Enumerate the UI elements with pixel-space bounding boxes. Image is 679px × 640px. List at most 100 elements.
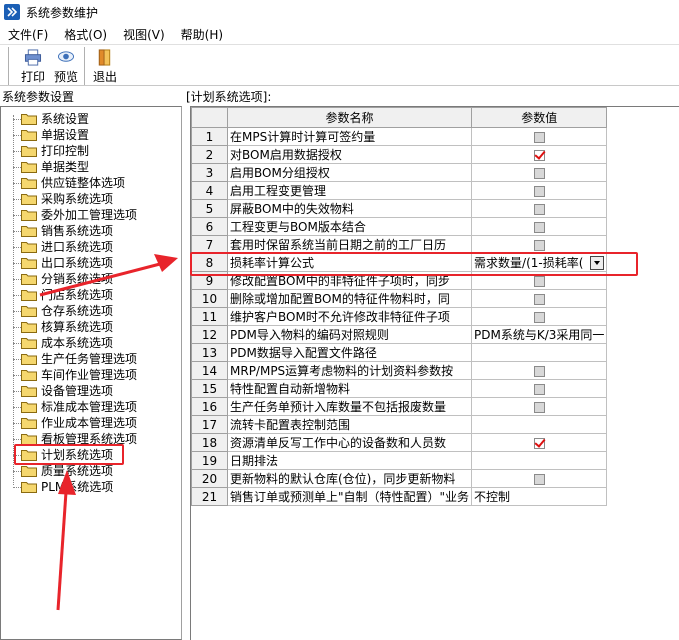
tree-item[interactable]: 标准成本管理选项	[1, 399, 181, 415]
checkbox-unchecked[interactable]	[533, 401, 545, 413]
parameter-value[interactable]: 不控制	[471, 487, 608, 506]
tree-branch-line	[13, 199, 21, 200]
tree-item[interactable]: 仓存系统选项	[1, 303, 181, 319]
parameter-value[interactable]	[471, 361, 608, 380]
parameter-value[interactable]	[471, 415, 608, 434]
parameter-value[interactable]	[471, 181, 608, 200]
checkbox-unchecked[interactable]	[533, 221, 545, 233]
table-row[interactable]: 19 日期排法	[191, 451, 608, 470]
menu-help[interactable]: 帮助(H)	[173, 26, 231, 43]
tree-item[interactable]: 系统设置	[1, 111, 181, 127]
preview-button[interactable]: 预览	[52, 47, 80, 85]
tree-item[interactable]: 销售系统选项	[1, 223, 181, 239]
tree-item[interactable]: 车间作业管理选项	[1, 367, 181, 383]
table-row[interactable]: 13 PDM数据导入配置文件路径	[191, 343, 608, 362]
tree-item[interactable]: 单据类型	[1, 159, 181, 175]
exit-button[interactable]: 退出	[90, 47, 120, 85]
checkbox-unchecked[interactable]	[533, 311, 545, 323]
tree-item[interactable]: 门店系统选项	[1, 287, 181, 303]
checkbox-unchecked[interactable]	[533, 131, 545, 143]
dropdown-arrow-icon[interactable]	[590, 255, 605, 270]
parameter-value[interactable]: 需求数量/(1-损耗率(	[471, 253, 608, 272]
parameter-value[interactable]	[471, 343, 608, 362]
tree-item[interactable]: 出口系统选项	[1, 255, 181, 271]
tree-branch-line	[13, 375, 21, 376]
parameter-value[interactable]	[471, 469, 608, 488]
parameter-value[interactable]	[471, 379, 608, 398]
table-row[interactable]: 14 MRP/MPS运算考虑物料的计划资料参数按	[191, 361, 608, 380]
table-row[interactable]: 1 在MPS计算时计算可签约量	[191, 127, 608, 146]
table-row[interactable]: 16 生产任务单预计入库数量不包括报废数量	[191, 397, 608, 416]
parameter-value[interactable]	[471, 433, 608, 452]
column-header-value[interactable]: 参数值	[471, 107, 608, 128]
checkbox-unchecked[interactable]	[533, 293, 545, 305]
parameter-value[interactable]	[471, 199, 608, 218]
parameter-value[interactable]	[471, 451, 608, 470]
checkbox-unchecked[interactable]	[533, 473, 545, 485]
tree-item[interactable]: 生产任务管理选项	[1, 351, 181, 367]
tree-item[interactable]: 计划系统选项	[1, 447, 181, 463]
checkbox-unchecked[interactable]	[533, 275, 545, 287]
tree-item[interactable]: PLM系统选项	[1, 479, 181, 495]
parameter-value[interactable]: PDM系统与K/3采用同一	[471, 325, 608, 344]
formula-dropdown[interactable]: 需求数量/(1-损耗率(	[474, 255, 605, 271]
table-row[interactable]: 3 启用BOM分组授权	[191, 163, 608, 182]
table-row[interactable]: 7 套用时保留系统当前日期之前的工厂日历	[191, 235, 608, 254]
tree-branch-line	[13, 343, 21, 344]
tree-item[interactable]: 作业成本管理选项	[1, 415, 181, 431]
parameter-value[interactable]	[471, 217, 608, 236]
tree-item[interactable]: 分销系统选项	[1, 271, 181, 287]
table-row[interactable]: 11 维护客户BOM时不允许修改非特征件子项	[191, 307, 608, 326]
table-row[interactable]: 6 工程变更与BOM版本结合	[191, 217, 608, 236]
parameter-value[interactable]	[471, 271, 608, 290]
parameter-value[interactable]	[471, 145, 608, 164]
tree-item[interactable]: 采购系统选项	[1, 191, 181, 207]
tree-item[interactable]: 供应链整体选项	[1, 175, 181, 191]
column-header-name[interactable]: 参数名称	[226, 107, 473, 128]
checkbox-unchecked[interactable]	[533, 203, 545, 215]
tree-item[interactable]: 看板管理系统选项	[1, 431, 181, 447]
checkbox-unchecked[interactable]	[533, 185, 545, 197]
table-row[interactable]: 9 修改配置BOM中的非特征件子项时，同步	[191, 271, 608, 290]
tree-item[interactable]: 成本系统选项	[1, 335, 181, 351]
parameter-value[interactable]	[471, 163, 608, 182]
table-row[interactable]: 18 资源清单反写工作中心的设备数和人员数	[191, 433, 608, 452]
print-button[interactable]: 打印	[14, 47, 52, 85]
table-row[interactable]: 4 启用工程变更管理	[191, 181, 608, 200]
checkbox-unchecked[interactable]	[533, 239, 545, 251]
menu-view[interactable]: 视图(V)	[115, 26, 173, 43]
tree-item[interactable]: 质量系统选项	[1, 463, 181, 479]
parameter-name: PDM导入物料的编码对照规则	[226, 325, 473, 344]
checkbox-unchecked[interactable]	[533, 365, 545, 377]
tree-branch-line	[13, 279, 21, 280]
parameter-value[interactable]	[471, 235, 608, 254]
menu-format[interactable]: 格式(O)	[56, 26, 115, 43]
tree-item[interactable]: 委外加工管理选项	[1, 207, 181, 223]
parameter-value[interactable]	[471, 127, 608, 146]
checkbox-unchecked[interactable]	[533, 167, 545, 179]
exit-door-icon	[98, 49, 111, 66]
table-row[interactable]: 17 流转卡配置表控制范围	[191, 415, 608, 434]
tree-item[interactable]: 单据设置	[1, 127, 181, 143]
tree-item[interactable]: 设备管理选项	[1, 383, 181, 399]
checkbox-checked[interactable]	[533, 149, 545, 161]
table-row[interactable]: 21 销售订单或预测单上"自制（特性配置）"业务 不控制	[191, 487, 608, 506]
tree-item[interactable]: 核算系统选项	[1, 319, 181, 335]
checkbox-checked[interactable]	[533, 437, 545, 449]
table-row[interactable]: 5 屏蔽BOM中的失效物料	[191, 199, 608, 218]
parameter-name: 套用时保留系统当前日期之前的工厂日历	[226, 235, 473, 254]
menu-file[interactable]: 文件(F)	[0, 26, 56, 43]
table-row[interactable]: 15 特性配置自动新增物料	[191, 379, 608, 398]
table-row[interactable]: 12 PDM导入物料的编码对照规则 PDM系统与K/3采用同一	[191, 325, 608, 344]
parameter-value[interactable]	[471, 397, 608, 416]
tree-item[interactable]: 进口系统选项	[1, 239, 181, 255]
table-row[interactable]: 20 更新物料的默认仓库(仓位)，同步更新物料	[191, 469, 608, 488]
parameter-value[interactable]	[471, 307, 608, 326]
table-row[interactable]: 10 删除或增加配置BOM的特征件物料时，同	[191, 289, 608, 308]
folder-icon	[21, 450, 37, 461]
parameter-value[interactable]	[471, 289, 608, 308]
checkbox-unchecked[interactable]	[533, 383, 545, 395]
table-row[interactable]: 2 对BOM启用数据授权	[191, 145, 608, 164]
table-row[interactable]: 8 损耗率计算公式 需求数量/(1-损耗率(	[191, 253, 608, 272]
tree-item[interactable]: 打印控制	[1, 143, 181, 159]
